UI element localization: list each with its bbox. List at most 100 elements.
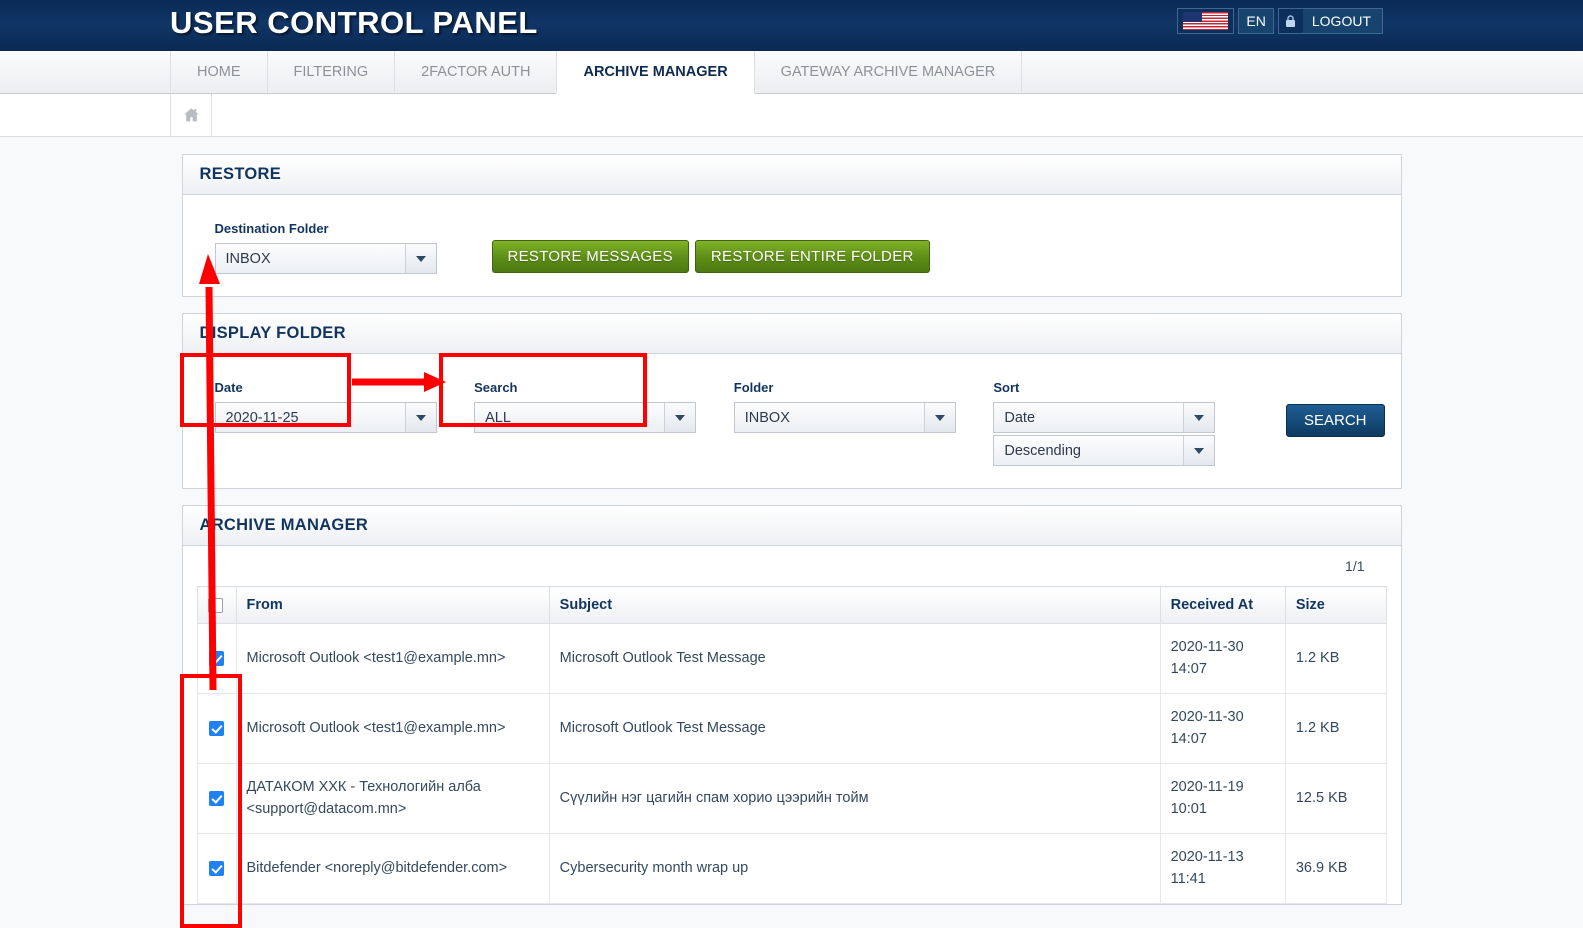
row-received-at: 2020-11-30 14:07: [1160, 692, 1286, 764]
row-subject: Microsoft Outlook Test Message: [549, 623, 1161, 694]
chevron-down-icon[interactable]: [405, 244, 436, 273]
column-header-from[interactable]: From: [236, 586, 550, 624]
pagination-indicator: 1/1: [1345, 558, 1365, 574]
language-button[interactable]: EN: [1238, 8, 1274, 34]
search-button[interactable]: SEARCH: [1286, 404, 1385, 437]
date-label: Date: [214, 380, 243, 395]
restore-panel: RESTORE Destination Folder INBOX RESTORE…: [181, 154, 1402, 297]
row-checkbox[interactable]: [209, 720, 224, 736]
restore-messages-button[interactable]: RESTORE MESSAGES: [491, 240, 689, 273]
row-select-cell: [196, 832, 237, 904]
select-all-header: [196, 586, 237, 624]
folder-value: INBOX: [735, 403, 925, 432]
lock-icon: [1278, 9, 1303, 33]
flag-canton: [1183, 12, 1203, 22]
table-row[interactable]: Bitdefender <noreply@bitdefender.com> Cy…: [196, 832, 1387, 904]
archive-manager-panel-title: ARCHIVE MANAGER: [199, 516, 369, 534]
sort-direction-value: Descending: [994, 436, 1185, 465]
sort-direction-select[interactable]: Descending: [993, 435, 1216, 466]
archive-table-wrap: 1/1 From Subject Received At Size Micros…: [183, 546, 1401, 904]
search-label: Search: [474, 380, 518, 395]
table-row[interactable]: ДАТАКОМ ХХК - Технологийн алба <support@…: [196, 762, 1387, 834]
chevron-down-icon[interactable]: [1184, 403, 1215, 432]
display-folder-panel-body: Date 2020-11-25 Search ALL Folder INBOX …: [183, 354, 1401, 488]
tab-gateway-archive-manager[interactable]: GATEWAY ARCHIVE MANAGER: [753, 51, 1023, 93]
row-received-time: 14:07: [1170, 731, 1207, 748]
tab-home[interactable]: HOME: [170, 51, 268, 93]
table-header-row: From Subject Received At Size: [196, 586, 1387, 624]
flag-graphic: [1183, 12, 1229, 30]
column-header-received-at[interactable]: Received At: [1160, 586, 1286, 624]
date-value: 2020-11-25: [216, 403, 406, 432]
sort-filter-group: Sort Date Descending: [993, 380, 1253, 466]
table-row[interactable]: Microsoft Outlook <test1@example.mn> Mic…: [196, 692, 1387, 764]
row-size: 1.2 KB: [1285, 692, 1387, 764]
row-size: 12.5 KB: [1285, 762, 1387, 834]
archive-manager-panel: ARCHIVE MANAGER 1/1 From Subject Receive…: [181, 505, 1402, 905]
row-from: Microsoft Outlook <test1@example.mn>: [236, 692, 550, 764]
row-subject: Cybersecurity month wrap up: [549, 832, 1161, 904]
select-all-checkbox[interactable]: [207, 597, 223, 613]
destination-folder-value: INBOX: [216, 244, 406, 273]
restore-panel-body: Destination Folder INBOX RESTORE MESSAGE…: [183, 195, 1401, 296]
date-filter-group: Date 2020-11-25: [214, 380, 475, 433]
tab-filtering[interactable]: FILTERING: [266, 51, 396, 93]
display-folder-panel-title: DISPLAY FOLDER: [199, 324, 346, 342]
row-received-at: 2020-11-30 14:07: [1160, 623, 1286, 694]
folder-filter-group: Folder INBOX: [733, 380, 994, 433]
row-select-cell: [196, 692, 237, 764]
column-header-size[interactable]: Size: [1285, 586, 1387, 624]
destination-folder-group: Destination Folder INBOX: [214, 221, 437, 274]
row-select-cell: [196, 762, 237, 834]
row-select-cell: [196, 623, 237, 694]
us-flag-icon[interactable]: [1177, 8, 1235, 34]
display-folder-panel: DISPLAY FOLDER Date 2020-11-25 Search AL…: [181, 313, 1402, 489]
row-received-time: 14:07: [1170, 661, 1207, 678]
display-folder-panel-header: DISPLAY FOLDER: [182, 314, 1401, 354]
row-received-at: 2020-11-19 10:01: [1160, 762, 1286, 834]
search-button-group: SEARCH: [1253, 380, 1385, 437]
column-header-subject[interactable]: Subject: [549, 586, 1161, 624]
sort-field-select[interactable]: Date: [993, 402, 1216, 433]
row-subject: Microsoft Outlook Test Message: [549, 692, 1161, 764]
logout-button[interactable]: LOGOUT: [1277, 8, 1383, 34]
page-content: RESTORE Destination Folder INBOX RESTORE…: [0, 137, 1583, 928]
tab-2factor-auth[interactable]: 2FACTOR AUTH: [394, 51, 558, 93]
table-row[interactable]: Microsoft Outlook <test1@example.mn> Mic…: [196, 623, 1387, 694]
row-checkbox[interactable]: [209, 790, 224, 806]
restore-entire-folder-button[interactable]: RESTORE ENTIRE FOLDER: [694, 240, 930, 273]
main-navigation: HOME FILTERING 2FACTOR AUTH ARCHIVE MANA…: [0, 51, 1583, 94]
archive-table: From Subject Received At Size Microsoft …: [196, 586, 1387, 904]
row-from: Microsoft Outlook <test1@example.mn>: [236, 623, 550, 694]
row-from: Bitdefender <noreply@bitdefender.com>: [236, 832, 550, 904]
row-size: 36.9 KB: [1285, 832, 1387, 904]
search-filter-group: Search ALL: [474, 380, 734, 433]
archive-manager-panel-header: ARCHIVE MANAGER: [182, 506, 1401, 546]
row-received-date: 2020-11-19: [1170, 778, 1244, 795]
row-received-date: 2020-11-30: [1170, 639, 1244, 655]
logout-label: LOGOUT: [1311, 13, 1371, 29]
chevron-down-icon[interactable]: [405, 403, 436, 432]
search-select[interactable]: ALL: [474, 402, 697, 433]
row-checkbox[interactable]: [209, 650, 224, 666]
chevron-down-icon[interactable]: [1184, 436, 1215, 465]
search-value: ALL: [475, 403, 666, 432]
row-received-at: 2020-11-13 11:41: [1160, 832, 1286, 904]
page-title: USER CONTROL PANEL: [170, 5, 538, 40]
row-subject: Сүүлийн нэг цагийн спам хорио цээрийн то…: [549, 762, 1161, 834]
row-size: 1.2 KB: [1285, 623, 1387, 694]
row-from: ДАТАКОМ ХХК - Технологийн алба <support@…: [236, 762, 550, 834]
row-checkbox[interactable]: [209, 860, 224, 876]
tab-archive-manager[interactable]: ARCHIVE MANAGER: [556, 51, 755, 94]
date-select[interactable]: 2020-11-25: [214, 402, 437, 433]
folder-select[interactable]: INBOX: [733, 402, 956, 433]
destination-folder-select[interactable]: INBOX: [214, 243, 437, 274]
destination-folder-label: Destination Folder: [214, 221, 329, 236]
header-controls: EN LOGOUT: [1177, 8, 1383, 34]
chevron-down-icon[interactable]: [924, 403, 955, 432]
chevron-down-icon[interactable]: [665, 403, 696, 432]
home-icon[interactable]: [170, 94, 212, 136]
restore-panel-header: RESTORE: [182, 155, 1401, 195]
folder-label: Folder: [733, 380, 774, 395]
row-received-time: 11:41: [1170, 871, 1206, 888]
